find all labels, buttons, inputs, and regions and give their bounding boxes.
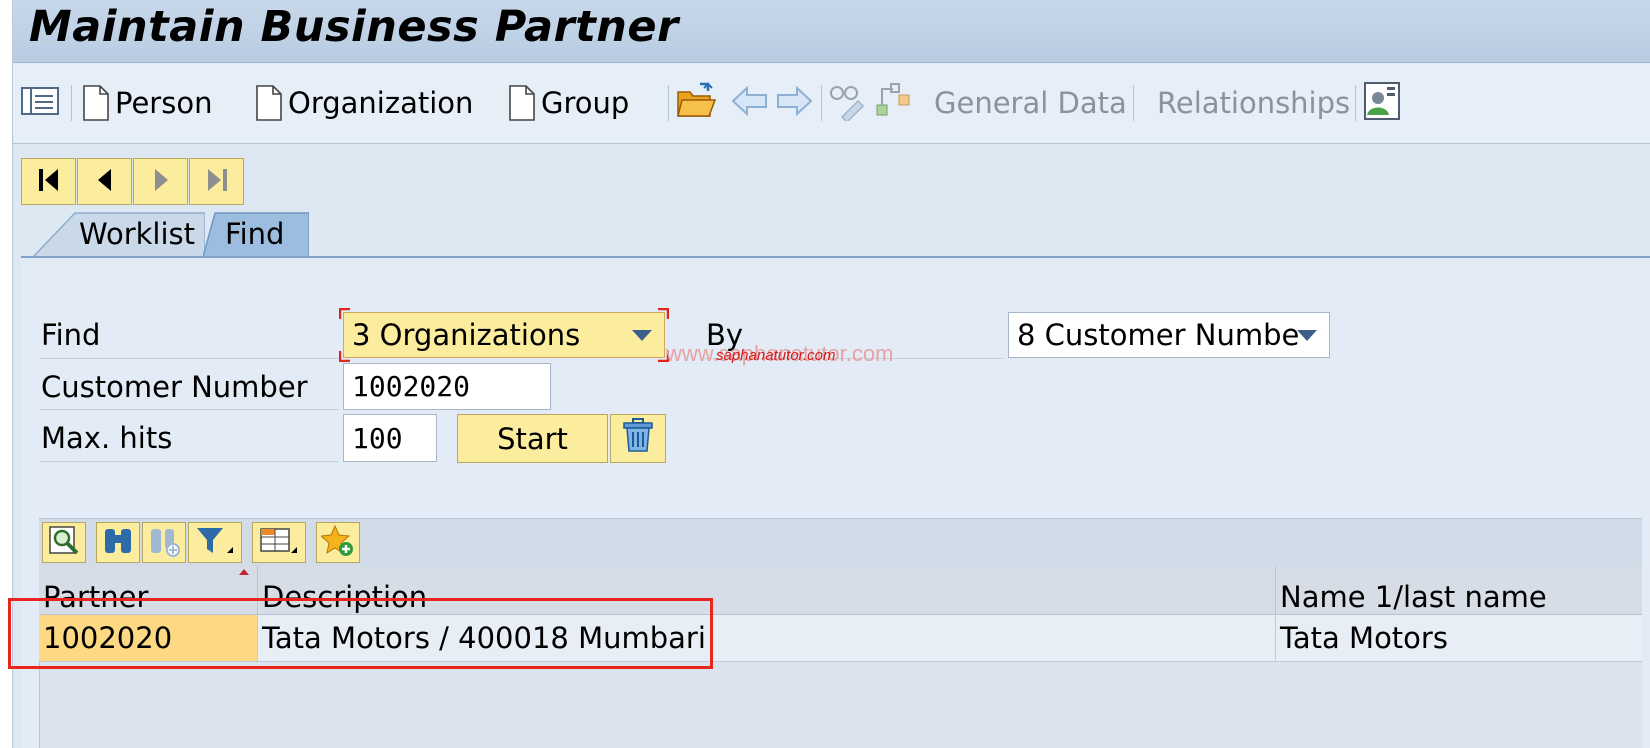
tab-find-label: Find [225, 217, 285, 251]
annotation-highlight-box [8, 598, 713, 669]
find-button[interactable] [96, 522, 140, 563]
focus-frame [339, 308, 669, 362]
first-icon [36, 167, 62, 197]
tab-worklist[interactable]: Worklist [33, 211, 205, 257]
arrow-left-icon [731, 85, 769, 121]
find-label: Find [41, 318, 101, 352]
organization-label: Organization [288, 86, 474, 120]
toolbar-separator [1355, 85, 1356, 121]
cell-name[interactable]: Tata Motors [1276, 615, 1642, 661]
relationships-button[interactable]: Relationships [1151, 81, 1350, 125]
tab-worklist-label: Worklist [79, 217, 196, 251]
cell-name-value: Tata Motors [1280, 621, 1448, 655]
watermark-brand: saphanatutor.com [716, 347, 836, 364]
binoculars-plus-icon [148, 525, 180, 561]
create-group-button[interactable]: Group [509, 81, 629, 125]
trash-icon [621, 417, 655, 460]
customer-number-input[interactable]: 1002020 [343, 363, 551, 410]
create-person-button[interactable]: Person [83, 81, 212, 125]
list-icon [21, 86, 59, 120]
magnifier-list-icon [48, 525, 80, 561]
first-item-button[interactable] [21, 158, 76, 205]
general-data-label: General Data [934, 86, 1127, 120]
create-organization-button[interactable]: Organization [256, 81, 473, 125]
column-header-name[interactable]: Name 1/last name [1276, 566, 1642, 614]
tab-find[interactable]: Find [203, 211, 309, 257]
search-by-dropdown[interactable]: 8 Customer Numbe [1008, 312, 1330, 358]
hierarchy-icon [873, 81, 913, 125]
sort-indicator-icon [239, 569, 249, 575]
table-layout-icon [259, 525, 299, 561]
last-icon [204, 167, 230, 197]
document-icon [509, 85, 535, 121]
start-label: Start [497, 421, 568, 456]
filter-button[interactable] [188, 522, 242, 563]
toolbar-separator [668, 85, 669, 121]
row-divider [39, 358, 339, 359]
open-folder-button[interactable] [676, 81, 717, 125]
customer-number-value: 1002020 [352, 370, 471, 403]
toolbar-separator [1133, 85, 1134, 121]
chevron-down-icon [1297, 330, 1317, 341]
max-hits-value: 100 [352, 421, 403, 455]
display-change-button[interactable] [828, 81, 868, 125]
group-label: Group [541, 86, 630, 120]
customer-number-label: Customer Number [41, 370, 308, 404]
max-hits-label: Max. hits [41, 421, 173, 455]
open-folder-icon [676, 82, 717, 124]
person-settings-icon [1363, 81, 1401, 125]
glasses-pencil-icon [828, 81, 868, 125]
row-divider [39, 461, 339, 462]
find-panel: Find 3 Organizations By 8 Customer Numbe… [21, 258, 1650, 748]
row-divider [39, 409, 339, 410]
user-settings-button[interactable] [1363, 81, 1401, 125]
toolbar-separator [71, 85, 72, 121]
find-next-button[interactable] [142, 522, 186, 563]
document-icon [83, 85, 109, 121]
page-title: Maintain Business Partner [29, 2, 679, 52]
star-add-icon [319, 524, 355, 562]
previous-item-button[interactable] [77, 158, 132, 205]
start-button[interactable]: Start [457, 414, 608, 463]
details-button[interactable] [42, 522, 86, 563]
binoculars-icon [102, 525, 134, 561]
filter-icon [195, 525, 235, 561]
max-hits-input[interactable]: 100 [343, 414, 437, 462]
person-label: Person [115, 86, 213, 120]
last-item-button[interactable] [189, 158, 244, 205]
previous-button[interactable] [731, 81, 769, 125]
triangle-left-icon [92, 167, 118, 197]
results-empty-area [39, 662, 1643, 748]
application-toolbar: Person Organization Group General Data R… [13, 63, 1650, 144]
results-toolbar [39, 518, 1642, 567]
search-by-value: 8 Customer Numbe [1017, 318, 1300, 352]
relationships-label: Relationships [1157, 86, 1351, 120]
document-icon [256, 85, 282, 121]
toolbar-separator [821, 85, 822, 121]
switch-role-button[interactable] [873, 81, 913, 125]
next-button[interactable] [775, 81, 813, 125]
column-header-label: Name 1/last name [1280, 580, 1547, 614]
title-bar: Maintain Business Partner [13, 0, 1650, 63]
layout-button[interactable] [252, 522, 306, 563]
triangle-right-icon [148, 167, 174, 197]
add-favorite-button[interactable] [316, 522, 360, 563]
arrow-right-icon [775, 85, 813, 121]
general-data-button[interactable]: General Data [928, 81, 1127, 125]
show-hide-locator-button[interactable] [21, 81, 59, 125]
clear-button[interactable] [610, 414, 666, 463]
next-item-button[interactable] [133, 158, 188, 205]
